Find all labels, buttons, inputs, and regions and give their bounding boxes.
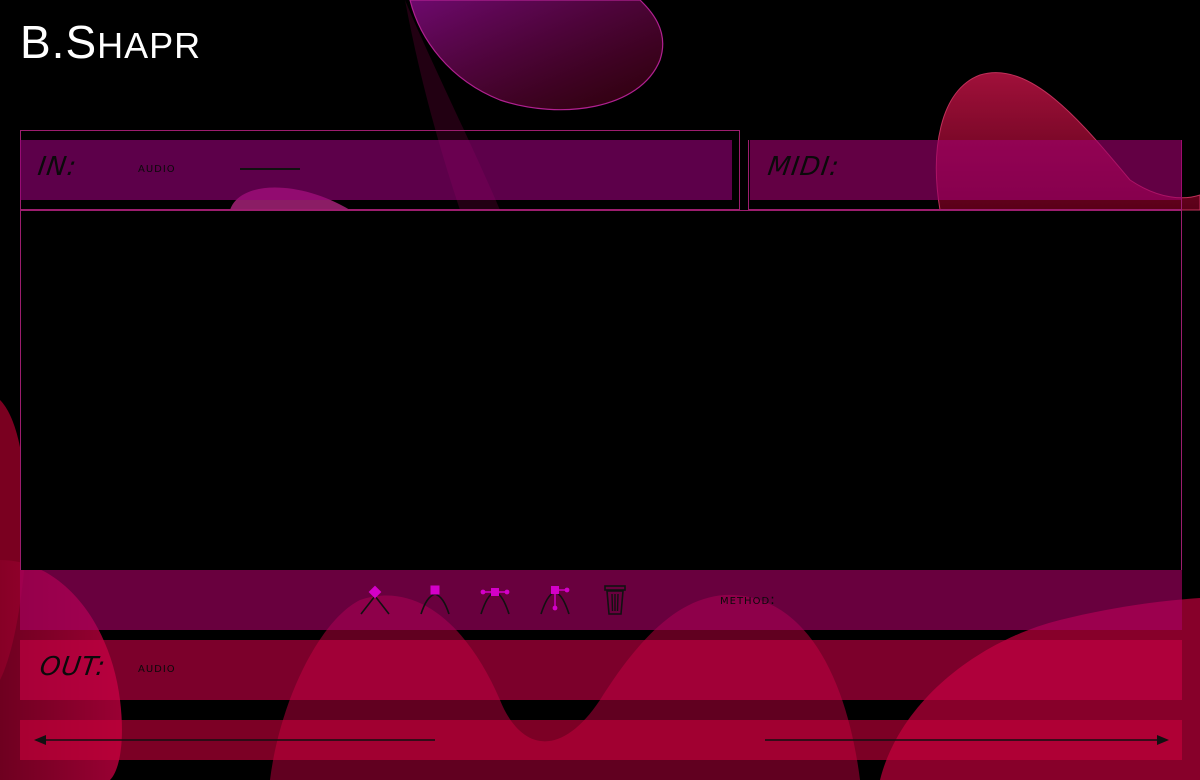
output-header: OUT: <box>37 652 108 682</box>
point-node-icon <box>360 585 390 615</box>
trash-icon <box>604 585 626 615</box>
shape-editor-canvas[interactable] <box>20 210 1182 570</box>
input-source-selector[interactable]: audio <box>138 160 176 176</box>
smooth-node-icon <box>480 588 510 615</box>
smooth-node-button[interactable] <box>477 582 513 618</box>
toolbar-panel: method: <box>20 570 1182 630</box>
input-panel: IN: audio <box>20 140 732 200</box>
left-arrow-icon <box>34 735 435 745</box>
input-header: IN: <box>35 152 79 182</box>
method-label: method: <box>720 592 776 608</box>
symmetric-node-icon <box>540 586 570 615</box>
curve-node-button[interactable] <box>417 582 453 618</box>
point-node-button[interactable] <box>357 582 393 618</box>
midi-panel: MIDI: <box>750 140 1182 200</box>
midi-header: MIDI: <box>765 152 842 182</box>
curve-node-icon <box>420 585 450 615</box>
right-arrow-icon <box>765 735 1169 745</box>
range-bar[interactable] <box>20 720 1182 760</box>
app-logo: B.Shapr <box>20 16 202 68</box>
symmetric-node-button[interactable] <box>537 582 573 618</box>
delete-node-button[interactable] <box>597 582 633 618</box>
output-target-selector[interactable]: audio <box>138 660 176 676</box>
input-level-line <box>240 168 300 170</box>
output-panel: OUT: audio <box>20 640 1182 700</box>
